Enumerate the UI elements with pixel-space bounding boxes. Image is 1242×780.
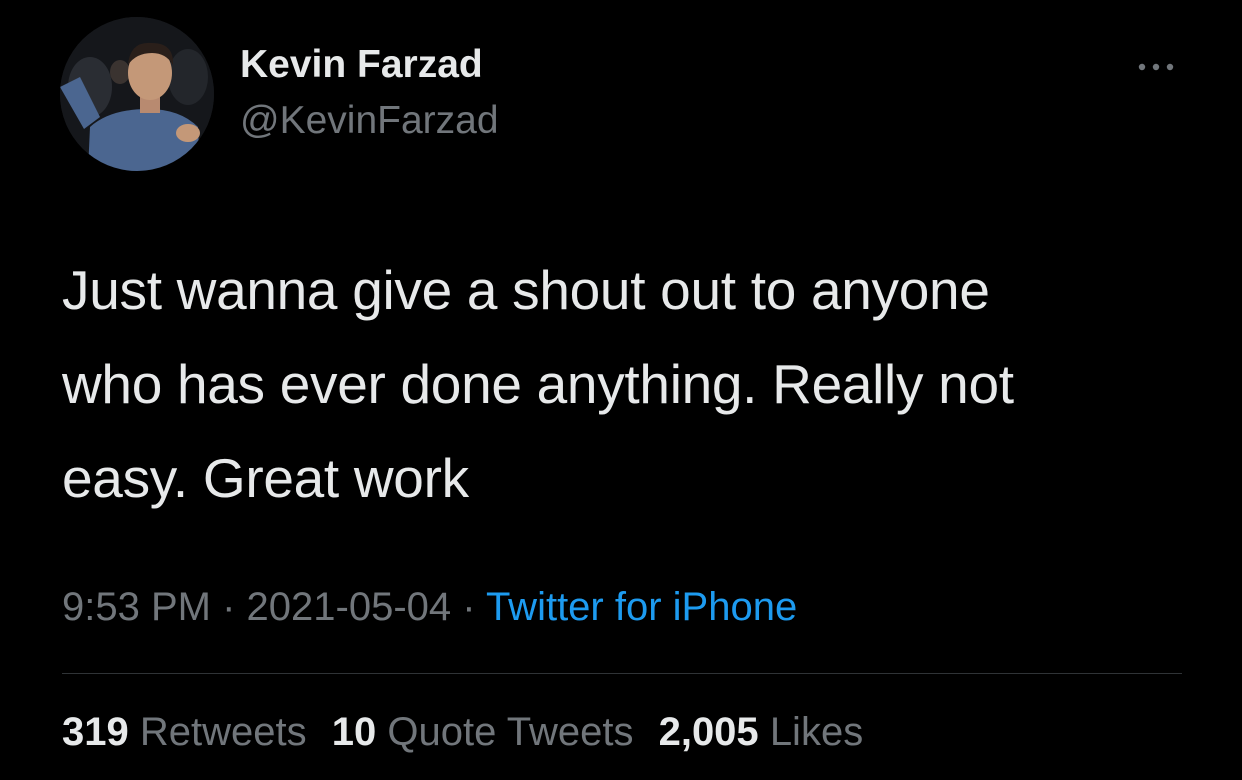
likes-label: Likes xyxy=(769,710,864,754)
retweets-label: Retweets xyxy=(139,710,307,754)
tweet-source-link[interactable]: Twitter for iPhone xyxy=(486,585,797,629)
quote-tweets-label: Quote Tweets xyxy=(387,710,634,754)
tweet-text-line: Just wanna give a shout out to anyone xyxy=(62,259,990,321)
tweet-time[interactable]: 9:53 PM xyxy=(62,585,211,629)
more-options-button[interactable] xyxy=(1128,52,1184,82)
tweet-stats: 319 Retweets 10 Quote Tweets 2,005 Likes xyxy=(62,710,877,755)
meta-separator: · xyxy=(451,585,486,629)
avatar-photo xyxy=(60,17,214,171)
user-display-name[interactable]: Kevin Farzad xyxy=(240,43,483,87)
meta-separator: · xyxy=(210,585,247,629)
likes-count: 2,005 xyxy=(658,710,759,754)
retweets-count: 319 xyxy=(62,710,129,754)
tweet-date[interactable]: 2021-05-04 xyxy=(247,585,452,629)
user-handle[interactable]: @KevinFarzad xyxy=(240,99,499,143)
quote-tweets-stat[interactable]: 10 Quote Tweets xyxy=(332,710,634,754)
divider xyxy=(62,673,1182,674)
likes-stat[interactable]: 2,005 Likes xyxy=(659,710,864,754)
more-options-icon xyxy=(1138,63,1174,71)
tweet-text-line: easy. Great work xyxy=(62,447,469,509)
avatar[interactable] xyxy=(60,17,214,171)
quote-tweets-count: 10 xyxy=(331,710,377,754)
tweet-text-line: who has ever done anything. Really not xyxy=(62,353,1014,415)
tweet-text: Just wanna give a shout out to anyone wh… xyxy=(62,243,1182,525)
retweets-stat[interactable]: 319 Retweets xyxy=(62,710,307,754)
tweet: Kevin Farzad @KevinFarzad Just wanna giv… xyxy=(0,0,1242,780)
tweet-meta: 9:53 PM · 2021-05-04 · Twitter for iPhon… xyxy=(62,585,797,630)
